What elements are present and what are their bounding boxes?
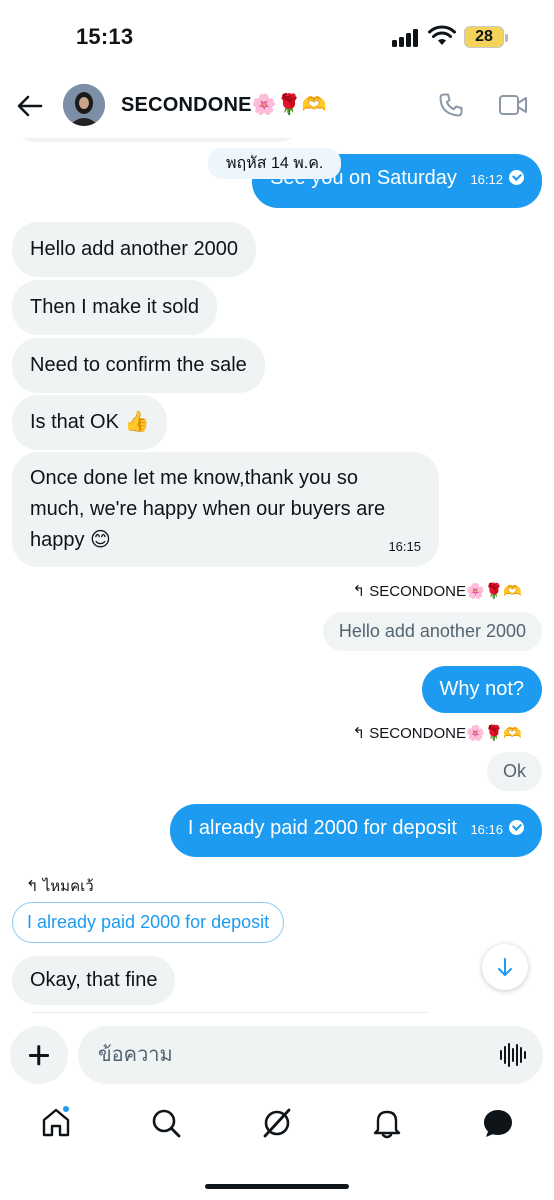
read-check-icon [509, 820, 524, 836]
reply-target: SECONDONE🌸🌹🫶 [369, 583, 522, 600]
back-arrow-icon[interactable] [16, 92, 44, 120]
message-bubble-incoming[interactable]: Is that OK 👍 [12, 395, 168, 450]
message-text-line: happy 😊 [30, 529, 111, 551]
home-indicator [205, 1184, 349, 1189]
bottom-tab-bar [0, 1096, 554, 1156]
quoted-message[interactable]: Hello add another 2000 [322, 612, 542, 651]
voice-message-icon[interactable] [500, 1042, 526, 1068]
reply-arrow-icon: ↰ [352, 725, 366, 742]
reply-target: ไหมคเว้ [42, 878, 94, 895]
add-attachment-button[interactable] [10, 1026, 68, 1084]
notifications-icon[interactable] [370, 1106, 404, 1140]
reply-arrow-icon: ↰ [26, 878, 39, 895]
message-bubble-incoming[interactable]: Once done let me know,thank you so much,… [12, 452, 439, 567]
read-check-icon [509, 170, 524, 186]
message-time: 16:15 [388, 539, 421, 554]
message-bubble-outgoing[interactable]: Why not? [421, 666, 542, 713]
message-text: I already paid 2000 for deposit [187, 817, 457, 839]
grok-icon[interactable] [260, 1106, 294, 1140]
message-time: 16:16 [470, 822, 503, 837]
divider [32, 1012, 428, 1013]
scroll-to-bottom-button[interactable] [482, 944, 528, 990]
reply-header: ↰ ไหมคเว้ [26, 874, 94, 898]
compose-bar [0, 1024, 554, 1086]
quoted-message[interactable]: Ok [486, 752, 542, 791]
conversation-header: SECONDONE🌸🌹🫶 [0, 72, 554, 138]
message-bubble-outgoing[interactable]: I already paid 2000 for deposit 16:16 [169, 804, 542, 857]
reply-target: SECONDONE🌸🌹🫶 [369, 725, 522, 742]
message-text: Why not? [439, 678, 524, 700]
signal-icon [392, 29, 420, 47]
notification-dot [62, 1105, 70, 1113]
message-input[interactable] [78, 1026, 543, 1084]
quoted-message[interactable]: I already paid 2000 for deposit [12, 902, 285, 943]
messages-icon[interactable] [481, 1106, 515, 1140]
message-list[interactable]: พฤหัส 14 พ.ค. See you on Saturday 16:12 … [0, 138, 554, 1018]
date-separator: พฤหัส 14 พ.ค. [208, 148, 342, 179]
message-text: Need to confirm the sale [30, 354, 247, 376]
message-time: 16:12 [470, 172, 503, 187]
message-text-line: Once done let me know,thank you so [30, 467, 358, 489]
reply-header: ↰ SECONDONE🌸🌹🫶 [353, 724, 522, 742]
status-time: 15:13 [76, 24, 134, 49]
message-bubble-incoming[interactable]: Need to confirm the sale [12, 338, 265, 393]
contact-name[interactable]: SECONDONE🌸🌹🫶 [121, 92, 327, 117]
previous-message-bubble [16, 138, 298, 142]
message-text: Okay, that fine [30, 969, 158, 991]
message-bubble-incoming[interactable]: Then I make it sold [12, 280, 217, 335]
message-text: Hello add another 2000 [30, 238, 238, 260]
wifi-icon [428, 25, 456, 45]
status-bar: 15:13 28 [0, 0, 554, 72]
battery-icon: 28 [464, 26, 508, 48]
search-icon[interactable] [149, 1106, 183, 1140]
arrow-down-icon [498, 958, 512, 976]
reply-arrow-icon: ↰ [352, 583, 366, 600]
message-text: Is that OK 👍 [30, 411, 150, 433]
message-bubble-incoming[interactable]: Okay, that fine [12, 956, 176, 1005]
video-icon[interactable] [498, 93, 528, 117]
avatar[interactable] [63, 84, 105, 126]
message-text-line: much, we're happy when our buyers are [30, 498, 386, 520]
reply-header: ↰ SECONDONE🌸🌹🫶 [353, 582, 522, 600]
message-bubble-incoming[interactable]: Hello add another 2000 [12, 222, 256, 277]
message-text: Then I make it sold [30, 296, 199, 318]
phone-icon[interactable] [438, 92, 464, 118]
